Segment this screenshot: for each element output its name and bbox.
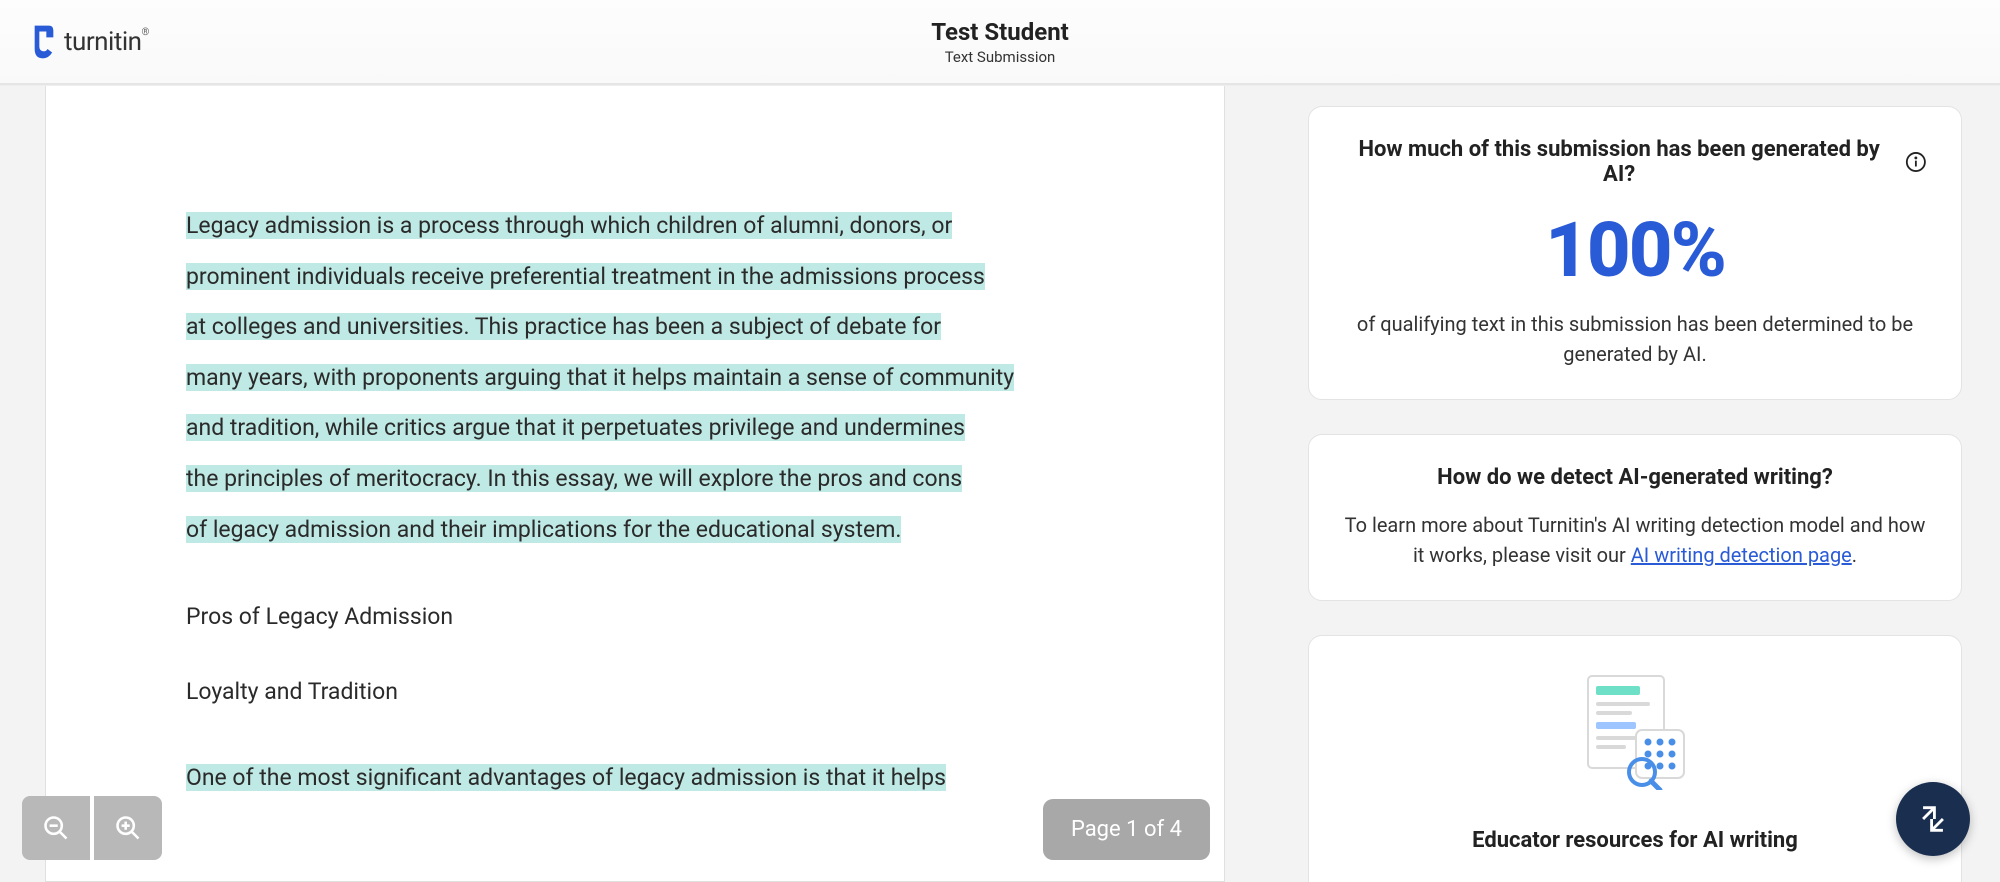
ai-percentage: 100% bbox=[1343, 205, 1927, 295]
detection-info-card: How do we detect AI-generated writing? T… bbox=[1308, 434, 1962, 601]
document-page[interactable]: Legacy admission is a process through wh… bbox=[45, 86, 1225, 882]
student-name: Test Student bbox=[931, 18, 1069, 46]
zoom-in-button[interactable] bbox=[94, 796, 162, 860]
turnitin-logo-icon bbox=[30, 23, 58, 61]
ai-percentage-explain: of qualifying text in this submission ha… bbox=[1343, 309, 1927, 369]
ai-highlight: and tradition, while critics argue that … bbox=[186, 414, 965, 441]
submission-title: Text Submission bbox=[931, 48, 1069, 66]
zoom-out-icon bbox=[42, 814, 70, 842]
resources-card-title: Educator resources for AI writing bbox=[1343, 828, 1927, 853]
ai-report-sidebar: How much of this submission has been gen… bbox=[1270, 86, 2000, 882]
logo: turnitin® bbox=[30, 23, 149, 61]
subsection-heading: Loyalty and Tradition bbox=[186, 678, 1084, 705]
ai-highlight: the principles of meritocracy. bbox=[186, 465, 482, 492]
detection-card-title: How do we detect AI-generated writing? bbox=[1437, 465, 1833, 490]
educator-resources-card: Educator resources for AI writing Find s… bbox=[1308, 635, 1962, 882]
zoom-out-button[interactable] bbox=[22, 796, 90, 860]
highlighted-paragraph: One of the most significant advantages o… bbox=[186, 753, 1084, 804]
score-card-title: How much of this submission has been gen… bbox=[1343, 137, 1895, 187]
ai-score-card: How much of this submission has been gen… bbox=[1308, 106, 1962, 400]
detection-card-body: To learn more about Turnitin's AI writin… bbox=[1343, 510, 1927, 570]
info-icon[interactable] bbox=[1905, 151, 1927, 173]
app-header: turnitin® Test Student Text Submission bbox=[0, 0, 2000, 85]
floating-action-button[interactable] bbox=[1896, 782, 1970, 856]
resources-illustration-icon bbox=[1343, 670, 1927, 794]
ai-highlight: In this essay, we will explore the pros … bbox=[482, 465, 962, 492]
ai-highlight: This practice has been a subject of deba… bbox=[470, 313, 942, 340]
ai-highlight: at colleges and universities. bbox=[186, 313, 470, 340]
ai-detection-link[interactable]: AI writing detection page bbox=[1631, 543, 1852, 567]
section-heading: Pros of Legacy Admission bbox=[186, 603, 1084, 630]
document-viewer: Legacy admission is a process through wh… bbox=[0, 86, 1270, 882]
ai-highlight: many years, with proponents arguing that… bbox=[186, 364, 1014, 391]
ai-highlight: of legacy admission and their implicatio… bbox=[186, 516, 901, 543]
page-indicator: Page 1 of 4 bbox=[1043, 799, 1210, 860]
ai-highlight: One of the most significant advantages o… bbox=[186, 764, 946, 791]
expand-icon bbox=[1916, 802, 1950, 836]
highlighted-paragraph: Legacy admission is a process through wh… bbox=[186, 201, 1084, 555]
ai-highlight: Legacy admission is a process through wh… bbox=[186, 212, 952, 239]
zoom-in-icon bbox=[114, 814, 142, 842]
ai-highlight: prominent individuals receive preferenti… bbox=[186, 263, 985, 290]
logo-text: turnitin® bbox=[64, 27, 149, 57]
